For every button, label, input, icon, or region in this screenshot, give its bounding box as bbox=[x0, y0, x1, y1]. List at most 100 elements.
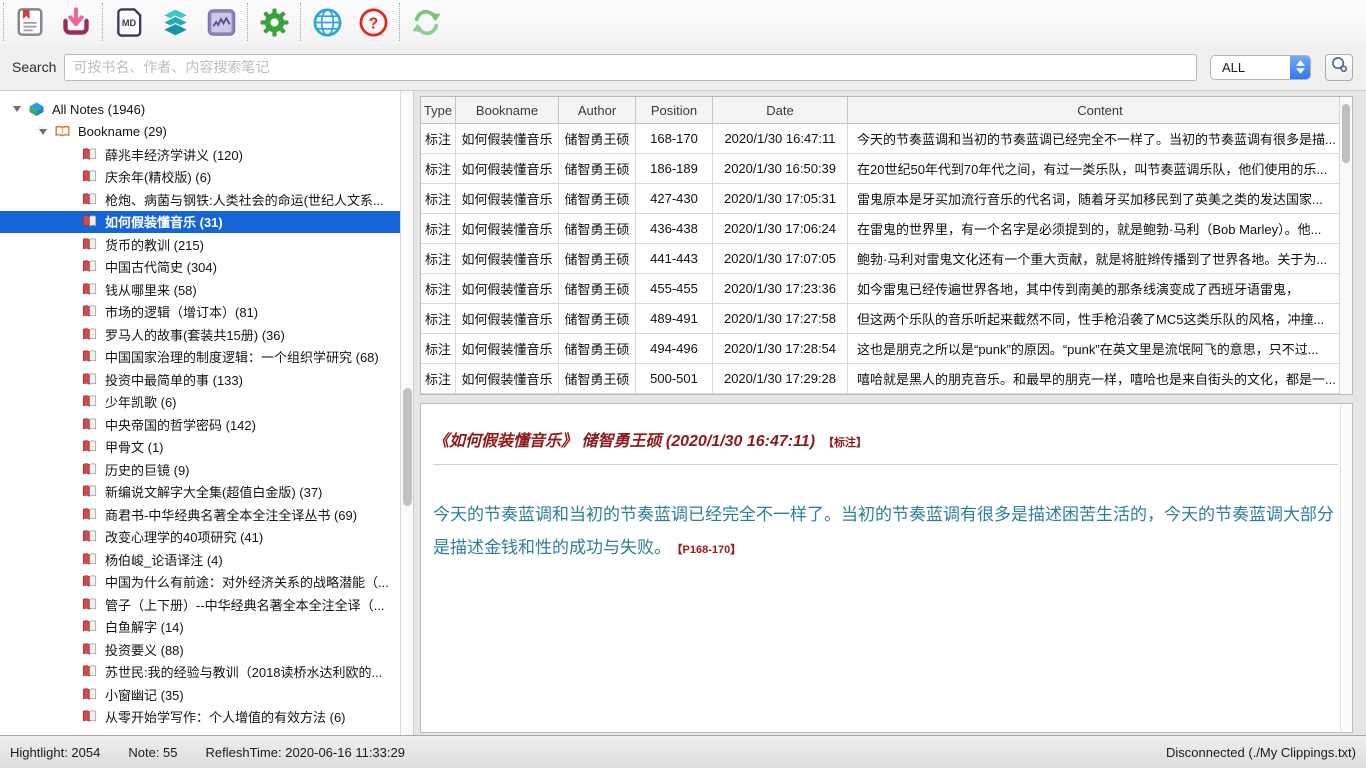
sidebar-item[interactable]: 少年凯歌 (6) bbox=[0, 391, 400, 414]
book-icon bbox=[81, 529, 98, 544]
sidebar-item[interactable]: Bookname (29) bbox=[0, 121, 400, 144]
search-button[interactable] bbox=[1325, 54, 1353, 81]
column-header-author[interactable]: Author bbox=[559, 97, 636, 123]
sidebar-item-label: 钱从哪里来 (58) bbox=[105, 280, 197, 299]
detail-scrollbar[interactable] bbox=[1340, 404, 1352, 732]
sidebar-item[interactable]: 中国国家治理的制度逻辑：一个组织学研究 (68) bbox=[0, 346, 400, 369]
table-row[interactable]: 标注如何假装懂音乐储智勇王硕455-4552020/1/30 17:23:36如… bbox=[421, 274, 1352, 304]
cell-position: 455-455 bbox=[636, 274, 713, 303]
sidebar-item[interactable]: All Notes (1946) bbox=[0, 98, 400, 121]
column-header-content[interactable]: Content bbox=[848, 97, 1352, 123]
search-input[interactable] bbox=[64, 54, 1197, 81]
disclosure-triangle-icon[interactable] bbox=[39, 129, 47, 135]
cell-position: 494-496 bbox=[636, 334, 713, 363]
book-icon bbox=[81, 282, 98, 297]
sidebar-item[interactable]: 中国古代简史 (304) bbox=[0, 256, 400, 279]
sidebar-item-label: 少年凯歌 (6) bbox=[105, 392, 177, 411]
cell-content: 如今雷鬼已经传遍世界各地，其中传到南美的那条线演变成了西班牙语雷鬼， bbox=[848, 274, 1352, 303]
cell-content: 雷鬼原本是牙买加流行音乐的代名词，随着牙买加移民到了英美之类的发达国家... bbox=[848, 184, 1352, 213]
table-row[interactable]: 标注如何假装懂音乐储智勇王硕168-1702020/1/30 16:47:11今… bbox=[421, 124, 1352, 154]
sidebar-item[interactable]: 货币的教训 (215) bbox=[0, 233, 400, 256]
table-row[interactable]: 标注如何假装懂音乐储智勇王硕436-4382020/1/30 17:06:24在… bbox=[421, 214, 1352, 244]
notes-icon bbox=[15, 7, 45, 37]
table-row[interactable]: 标注如何假装懂音乐储智勇王硕441-4432020/1/30 17:07:05鲍… bbox=[421, 244, 1352, 274]
book-icon bbox=[81, 147, 98, 162]
search-row: Search ALL bbox=[0, 44, 1366, 91]
sidebar-item-label: 罗马人的故事(套装共15册) (36) bbox=[105, 325, 285, 344]
sidebar-item[interactable]: 历史的巨镜 (9) bbox=[0, 458, 400, 481]
sidebar-item[interactable]: 罗马人的故事(套装共15册) (36) bbox=[0, 323, 400, 346]
sidebar-item-label: 中国为什么有前途：对外经济关系的战略潜能（... bbox=[105, 572, 389, 591]
table-row[interactable]: 标注如何假装懂音乐储智勇王硕494-4962020/1/30 17:28:54这… bbox=[421, 334, 1352, 364]
cell-author: 储智勇王硕 bbox=[559, 364, 636, 393]
sidebar-item-label: 中央帝国的哲学密码 (142) bbox=[105, 415, 256, 434]
sync-button[interactable] bbox=[407, 3, 445, 41]
cell-bookname: 如何假装懂音乐 bbox=[456, 364, 559, 393]
statistics-button[interactable] bbox=[202, 3, 240, 41]
disclosure-triangle-icon[interactable] bbox=[13, 106, 21, 112]
table-row[interactable]: 标注如何假装懂音乐储智勇王硕489-4912020/1/30 17:27:58但… bbox=[421, 304, 1352, 334]
sidebar-item[interactable]: 投资中最简单的事 (133) bbox=[0, 368, 400, 391]
book-icon bbox=[81, 259, 98, 274]
sidebar-item[interactable]: 如何假装懂音乐 (31) bbox=[0, 211, 400, 234]
web-button[interactable] bbox=[308, 3, 346, 41]
markdown-export-button[interactable]: MD bbox=[110, 3, 148, 41]
column-header-position[interactable]: Position bbox=[636, 97, 713, 123]
sidebar-item[interactable]: 小窗幽记 (35) bbox=[0, 683, 400, 706]
search-icon bbox=[1331, 56, 1348, 78]
sidebar-item[interactable]: 薛兆丰经济学讲义 (120) bbox=[0, 143, 400, 166]
sidebar-item[interactable]: 改变心理学的40项研究 (41) bbox=[0, 526, 400, 549]
book-icon bbox=[81, 304, 98, 319]
layers-export-button[interactable] bbox=[156, 3, 194, 41]
table-row[interactable]: 标注如何假装懂音乐储智勇王硕186-1892020/1/30 16:50:39在… bbox=[421, 154, 1352, 184]
sidebar-item[interactable]: 苏世民:我的经验与教训（2018读桥水达利欧的... bbox=[0, 661, 400, 684]
book-icon bbox=[81, 349, 98, 364]
table-scrollbar[interactable] bbox=[1339, 97, 1352, 394]
sidebar-item[interactable]: 投资要义 (88) bbox=[0, 638, 400, 661]
sidebar-item[interactable]: 杨伯峻_论语译注 (4) bbox=[0, 548, 400, 571]
sidebar-item[interactable]: 新编说文解字大全集(超值白金版) (37) bbox=[0, 481, 400, 504]
status-refresh-time: RefleshTime: 2020-06-16 11:33:29 bbox=[206, 745, 405, 760]
sidebar-item[interactable]: 中国为什么有前途：对外经济关系的战略潜能（... bbox=[0, 571, 400, 594]
sidebar-item[interactable]: 庆余年(精校版) (6) bbox=[0, 166, 400, 189]
cell-author: 储智勇王硕 bbox=[559, 244, 636, 273]
cell-author: 储智勇王硕 bbox=[559, 274, 636, 303]
book-icon bbox=[81, 214, 98, 229]
import-button[interactable] bbox=[57, 3, 95, 41]
cell-author: 储智勇王硕 bbox=[559, 124, 636, 153]
cell-type: 标注 bbox=[421, 154, 456, 183]
filter-select[interactable]: ALL bbox=[1210, 55, 1311, 80]
sidebar-item[interactable]: 甲骨文 (1) bbox=[0, 436, 400, 459]
cell-author: 储智勇王硕 bbox=[559, 214, 636, 243]
settings-button[interactable] bbox=[255, 3, 293, 41]
cell-type: 标注 bbox=[421, 244, 456, 273]
sidebar-item[interactable]: 管子（上下册）--中华经典名著全本全注全译（... bbox=[0, 593, 400, 616]
sidebar-item[interactable]: 从零开始学写作：个人增值的有效方法 (6) bbox=[0, 706, 400, 729]
cell-author: 储智勇王硕 bbox=[559, 154, 636, 183]
sidebar-item[interactable]: 中央帝国的哲学密码 (142) bbox=[0, 413, 400, 436]
help-button[interactable]: ? bbox=[354, 3, 392, 41]
sidebar-scrollbar[interactable] bbox=[400, 91, 414, 735]
book-icon bbox=[81, 462, 98, 477]
statistics-icon bbox=[206, 7, 237, 38]
column-header-type[interactable]: Type bbox=[421, 97, 456, 123]
table-row[interactable]: 标注如何假装懂音乐储智勇王硕500-5012020/1/30 17:29:28嘻… bbox=[421, 364, 1352, 394]
sidebar-item-label: 白鱼解字 (14) bbox=[105, 617, 184, 636]
sidebar-item[interactable]: 枪炮、病菌与钢铁:人类社会的命运(世纪人文系... bbox=[0, 188, 400, 211]
toolbar-separator bbox=[247, 3, 248, 41]
sidebar-item[interactable]: 白鱼解字 (14) bbox=[0, 616, 400, 639]
notes-button[interactable] bbox=[11, 3, 49, 41]
cell-position: 500-501 bbox=[636, 364, 713, 393]
sidebar-item[interactable]: 钱从哪里来 (58) bbox=[0, 278, 400, 301]
import-icon bbox=[60, 6, 92, 38]
sidebar-scrollbar-thumb[interactable] bbox=[403, 388, 412, 506]
table-row[interactable]: 标注如何假装懂音乐储智勇王硕427-4302020/1/30 17:05:31雷… bbox=[421, 184, 1352, 214]
sidebar-item[interactable]: 商君书-中华经典名著全本全注全译丛书 (69) bbox=[0, 503, 400, 526]
column-header-date[interactable]: Date bbox=[713, 97, 848, 123]
column-header-bookname[interactable]: Bookname bbox=[456, 97, 559, 123]
notes-table: TypeBooknameAuthorPositionDateContent 标注… bbox=[420, 96, 1353, 395]
table-scrollbar-thumb[interactable] bbox=[1342, 104, 1350, 163]
sidebar-item-label: 商君书-中华经典名著全本全注全译丛书 (69) bbox=[105, 505, 357, 524]
sidebar-item-label: 苏世民:我的经验与教训（2018读桥水达利欧的... bbox=[105, 662, 382, 681]
sidebar-item[interactable]: 市场的逻辑（增订本）(81) bbox=[0, 301, 400, 324]
